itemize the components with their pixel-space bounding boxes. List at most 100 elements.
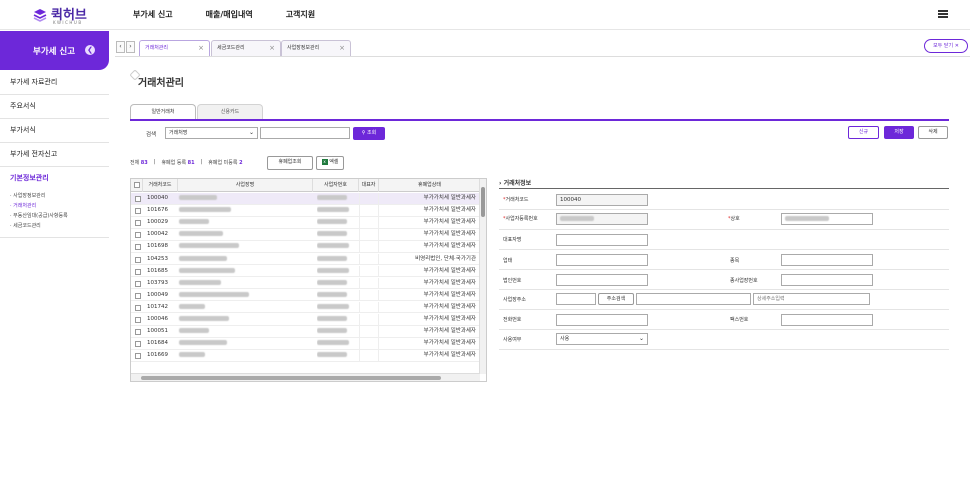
horizontal-scrollbar[interactable] [131,373,480,381]
close-all-button[interactable]: 모두 닫기 ✕ [924,39,968,53]
col-code[interactable]: 거래처코드 [143,179,178,192]
subtab-credit-card[interactable]: 신용카드 [197,104,263,119]
row-checkbox[interactable] [135,304,141,311]
row-ceo [359,193,379,204]
code-field[interactable]: 100040 [556,194,648,206]
mainbiz-field[interactable] [781,274,873,286]
top-bar: 퀵허브 KWICHUB 부가세 신고 매출/매입내역 고객지원 [0,0,970,30]
new-button[interactable]: 신규 [848,126,879,139]
row-checkbox[interactable] [135,353,141,360]
fax-field[interactable] [781,314,873,326]
table-row[interactable]: 101698 부가가치세 일반과세자 [131,241,480,253]
excel-button[interactable]: x 엑셀 [316,156,344,170]
tab-prev-button[interactable]: ‹ [116,41,125,53]
close-icon[interactable]: × [269,41,275,56]
nav-sales-purchase[interactable]: 매출/매입내역 [206,9,253,20]
table-row[interactable]: 100042 부가가치세 일반과세자 [131,229,480,241]
sidebar-item-basic-info[interactable]: 기본정보관리 [0,167,109,191]
sidebar-item-vat-data[interactable]: 부가세 자료관리 [0,71,109,95]
sidebar-item-sub-forms[interactable]: 부가서식 [0,119,109,143]
item-field[interactable] [781,254,873,266]
row-checkbox[interactable] [135,292,141,299]
row-checkbox[interactable] [135,317,141,323]
address-field[interactable] [636,293,751,305]
table-row[interactable]: 100046 부가가치세 일반과세자 [131,314,480,326]
row-status: 부가가치세 일반과세자 [423,352,476,359]
biztype-field[interactable] [556,254,648,266]
item-label: 종목 [730,258,740,264]
tab-next-button[interactable]: › [126,41,135,53]
vertical-scrollbar[interactable] [479,179,486,374]
excel-icon: x [321,158,328,165]
tab-clients[interactable]: 거래처관리 × [139,40,210,56]
table-row[interactable]: 101676 부가가치세 일반과세자 [131,205,480,217]
col-status[interactable]: 휴폐업상태 [379,179,480,192]
zipcode-field[interactable] [556,293,596,305]
row-bizno [317,217,357,228]
row-ceo [359,217,379,229]
address-search-button[interactable]: 주소검색 [598,293,634,305]
row-checkbox[interactable] [135,244,141,251]
col-ceo[interactable]: 대표자 [359,179,379,192]
closed-business-search-button[interactable]: 휴폐업조회 [267,156,313,170]
table-row[interactable]: 100040 부가가치세 일반과세자 [131,193,480,205]
bizno-field[interactable] [556,213,648,225]
ceo-field[interactable] [556,234,648,246]
search-input[interactable] [260,127,350,139]
row-checkbox[interactable] [135,196,141,202]
sidebar-sub-business-info[interactable]: · 사업장정보관리 [0,191,109,201]
row-bizno [317,266,357,277]
use-select[interactable]: 사용 ⌄ [556,333,648,345]
corpno-field[interactable] [556,274,648,286]
sidebar-item-main-forms[interactable]: 주요서식 [0,95,109,119]
name-field[interactable] [781,213,873,225]
subtab-general-clients[interactable]: 일반거래처 [130,104,196,119]
table-row[interactable]: 101669 부가가치세 일반과세자 [131,350,480,362]
row-ceo [359,253,379,265]
sidebar-sub-clients[interactable]: · 거래처관리 [0,201,109,211]
row-checkbox[interactable] [135,280,141,287]
row-name [177,326,312,337]
search-button[interactable]: ⚲ 조회 [353,127,385,140]
row-checkbox[interactable] [135,341,141,348]
table-row[interactable]: 101685 부가가치세 일반과세자 [131,265,480,278]
row-checkbox[interactable] [135,256,141,263]
sidebar-item-e-filing[interactable]: 부가세 전자신고 [0,143,109,167]
col-bizno[interactable]: 사업자번호 [313,179,359,192]
sidebar-sub-tax-code[interactable]: · 세금코드관리 [0,221,109,231]
nav-vat-report[interactable]: 부가세 신고 [133,9,173,20]
row-ceo [359,301,379,313]
col-name[interactable]: 사업장명 [178,179,313,192]
row-ceo [359,205,379,217]
save-button[interactable]: 저장 [884,126,914,139]
table-row[interactable]: 101684 부가가치세 일반과세자 [131,338,480,350]
row-status: 부가가치세 일반과세자 [423,316,476,322]
close-icon[interactable]: × [339,41,345,56]
close-icon[interactable]: × [198,41,204,56]
nav-support[interactable]: 고객지원 [286,9,315,20]
row-code: 101685 [147,267,168,274]
collapse-icon[interactable]: ❮ [85,45,95,55]
row-code: 100046 [147,316,168,322]
address-detail-field[interactable]: 상세주소입력 [753,293,870,305]
select-all-checkbox[interactable] [134,182,140,188]
row-checkbox[interactable] [135,208,141,215]
table-row[interactable]: 104253 비영리법인, 단체·국가기관 [131,253,480,265]
menu-icon[interactable] [938,10,948,18]
brand-logo[interactable]: 퀵허브 KWICHUB [33,5,87,25]
table-row[interactable]: 100049 부가가치세 일반과세자 [131,289,480,302]
delete-button[interactable]: 삭제 [918,126,948,139]
row-checkbox[interactable] [135,329,141,336]
sidebar-sub-rental[interactable]: · 부동산임대(공급)사항등록 [0,211,109,221]
table-row[interactable]: 100029 부가가치세 일반과세자 [131,217,480,229]
table-row[interactable]: 103793 부가가치세 일반과세자 [131,277,480,290]
tab-tax-code[interactable]: 세금코드관리 × [211,40,281,56]
table-row[interactable]: 101742 부가가치세 일반과세자 [131,301,480,314]
search-type-select[interactable]: 거래처명 ⌄ [165,127,258,139]
phone-field[interactable] [556,314,648,326]
table-row[interactable]: 100051 부가가치세 일반과세자 [131,326,480,338]
row-checkbox[interactable] [135,220,141,227]
tab-business-info[interactable]: 사업장정보관리 × [281,40,351,56]
row-checkbox[interactable] [135,232,141,239]
row-checkbox[interactable] [135,268,141,275]
